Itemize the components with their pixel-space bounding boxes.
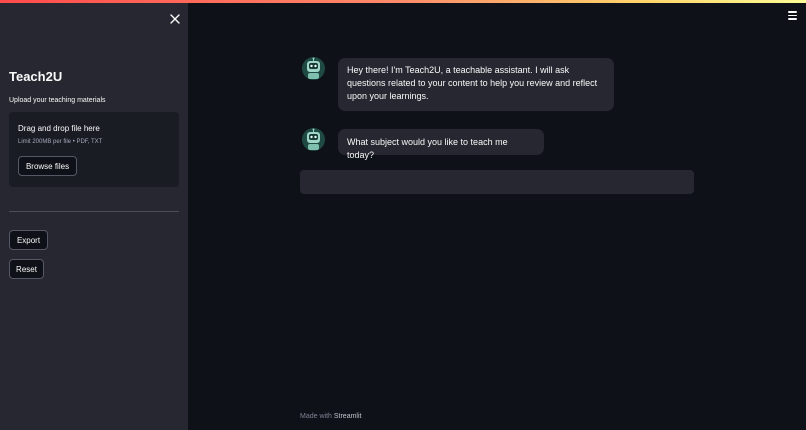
export-button[interactable]: Export <box>9 230 48 250</box>
robot-avatar-icon <box>302 128 325 151</box>
chat-message: Hey there! I'm Teach2U, a teachable assi… <box>338 58 614 111</box>
app-title: Teach2U <box>9 69 63 84</box>
chat-message: What subject would you like to teach me … <box>338 129 544 160</box>
sidebar: Teach2U Upload your teaching materials D… <box>0 3 188 430</box>
browse-files-button[interactable]: Browse files <box>18 156 77 176</box>
hamburger-menu-icon <box>787 11 798 20</box>
main-menu-button[interactable] <box>787 11 798 21</box>
close-icon <box>170 14 180 24</box>
sidebar-divider <box>9 211 179 212</box>
file-dropzone[interactable]: Drag and drop file here Limit 200MB per … <box>9 112 179 187</box>
chat-input[interactable] <box>300 170 694 194</box>
close-sidebar-button[interactable] <box>168 12 182 26</box>
reset-button[interactable]: Reset <box>9 259 44 279</box>
streamlit-link[interactable]: Streamlit <box>334 413 362 420</box>
footer: Made with Streamlit <box>300 413 361 420</box>
footer-prefix: Made with <box>300 413 334 420</box>
upload-label: Upload your teaching materials <box>9 97 106 104</box>
robot-avatar-icon <box>302 57 325 80</box>
dropzone-title: Drag and drop file here <box>18 124 100 133</box>
dropzone-hint: Limit 200MB per file • PDF, TXT <box>18 139 103 145</box>
